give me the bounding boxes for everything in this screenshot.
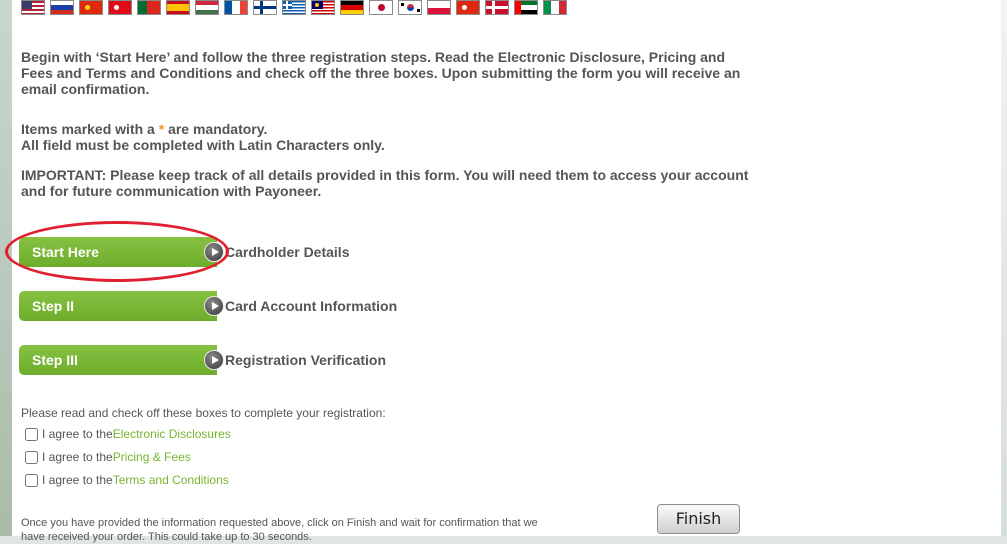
pricing-fees-checkbox[interactable] (25, 450, 38, 464)
finish-instructions: Once you have provided the information r… (21, 517, 538, 543)
important-notice: IMPORTANT: Please keep track of all deta… (21, 167, 749, 199)
arrow-right-icon (204, 350, 224, 370)
flag-finland-icon[interactable] (253, 0, 277, 15)
step-description-cardholder: Cardholder Details (225, 244, 350, 260)
mandatory-line: Items marked with a * are mandatory. (21, 121, 751, 137)
electronic-disclosures-link[interactable]: Electronic Disclosures (113, 427, 231, 441)
step-description-card-account: Card Account Information (225, 298, 398, 314)
terms-conditions-checkbox[interactable] (25, 473, 38, 487)
electronic-disclosures-checkbox[interactable] (25, 427, 38, 441)
language-flag-bar (21, 0, 567, 16)
step-label: Start Here (32, 244, 99, 260)
flag-japan-icon[interactable] (369, 0, 393, 15)
intro-text: Begin with ‘Start Here’ and follow the t… (21, 49, 741, 97)
mandatory-text-before: Items marked with a (21, 121, 159, 137)
flag-malaysia-icon[interactable] (311, 0, 335, 15)
step-2-button[interactable]: Step II (19, 291, 224, 321)
flag-turkey-icon[interactable] (108, 0, 132, 15)
agreement-prefix: I agree to the (42, 427, 113, 441)
step-label: Step II (32, 298, 75, 314)
terms-conditions-link[interactable]: Terms and Conditions (113, 473, 229, 487)
registration-panel: Begin with ‘Start Here’ and follow the t… (5, 0, 1001, 543)
flag-spain-icon[interactable] (166, 0, 190, 15)
agreement-prefix: I agree to the (42, 473, 113, 487)
finish-button[interactable]: Finish (657, 504, 740, 534)
mandatory-text-after: are mandatory. (164, 121, 268, 137)
flag-uae-icon[interactable] (514, 0, 538, 15)
flag-poland-icon[interactable] (427, 0, 451, 15)
agreements-instruction: Please read and check off these boxes to… (21, 406, 386, 420)
flag-korea-icon[interactable] (398, 0, 422, 15)
flag-italy-icon[interactable] (543, 0, 567, 15)
flag-russia-icon[interactable] (50, 0, 74, 15)
arrow-right-icon (204, 242, 224, 262)
step-description-verification: Registration Verification (225, 352, 387, 368)
arrow-right-icon (204, 296, 224, 316)
background-left (0, 0, 12, 536)
flag-germany-icon[interactable] (340, 0, 364, 15)
step-3-button[interactable]: Step III (19, 345, 224, 375)
agreement-row-terms: I agree to the Terms and Conditions (25, 473, 229, 487)
mandatory-notice: Items marked with a * are mandatory. All… (21, 121, 751, 153)
agreement-prefix: I agree to the (42, 450, 113, 464)
flag-portugal-icon[interactable] (137, 0, 161, 15)
flag-china-icon[interactable] (79, 0, 103, 15)
flag-denmark-icon[interactable] (485, 0, 509, 15)
flag-hungary-icon[interactable] (195, 0, 219, 15)
background-right (1001, 0, 1007, 536)
flag-france-icon[interactable] (224, 0, 248, 15)
flag-greece-icon[interactable] (282, 0, 306, 15)
start-here-button[interactable]: Start Here (19, 237, 224, 267)
latin-characters-note: All field must be completed with Latin C… (21, 137, 385, 153)
flag-us-icon[interactable] (21, 0, 45, 15)
step-label: Step III (32, 352, 78, 368)
agreement-row-pricing: I agree to the Pricing & Fees (25, 450, 191, 464)
flag-hongkong-icon[interactable] (456, 0, 480, 15)
agreement-row-disclosures: I agree to the Electronic Disclosures (25, 427, 231, 441)
pricing-fees-link[interactable]: Pricing & Fees (113, 450, 191, 464)
